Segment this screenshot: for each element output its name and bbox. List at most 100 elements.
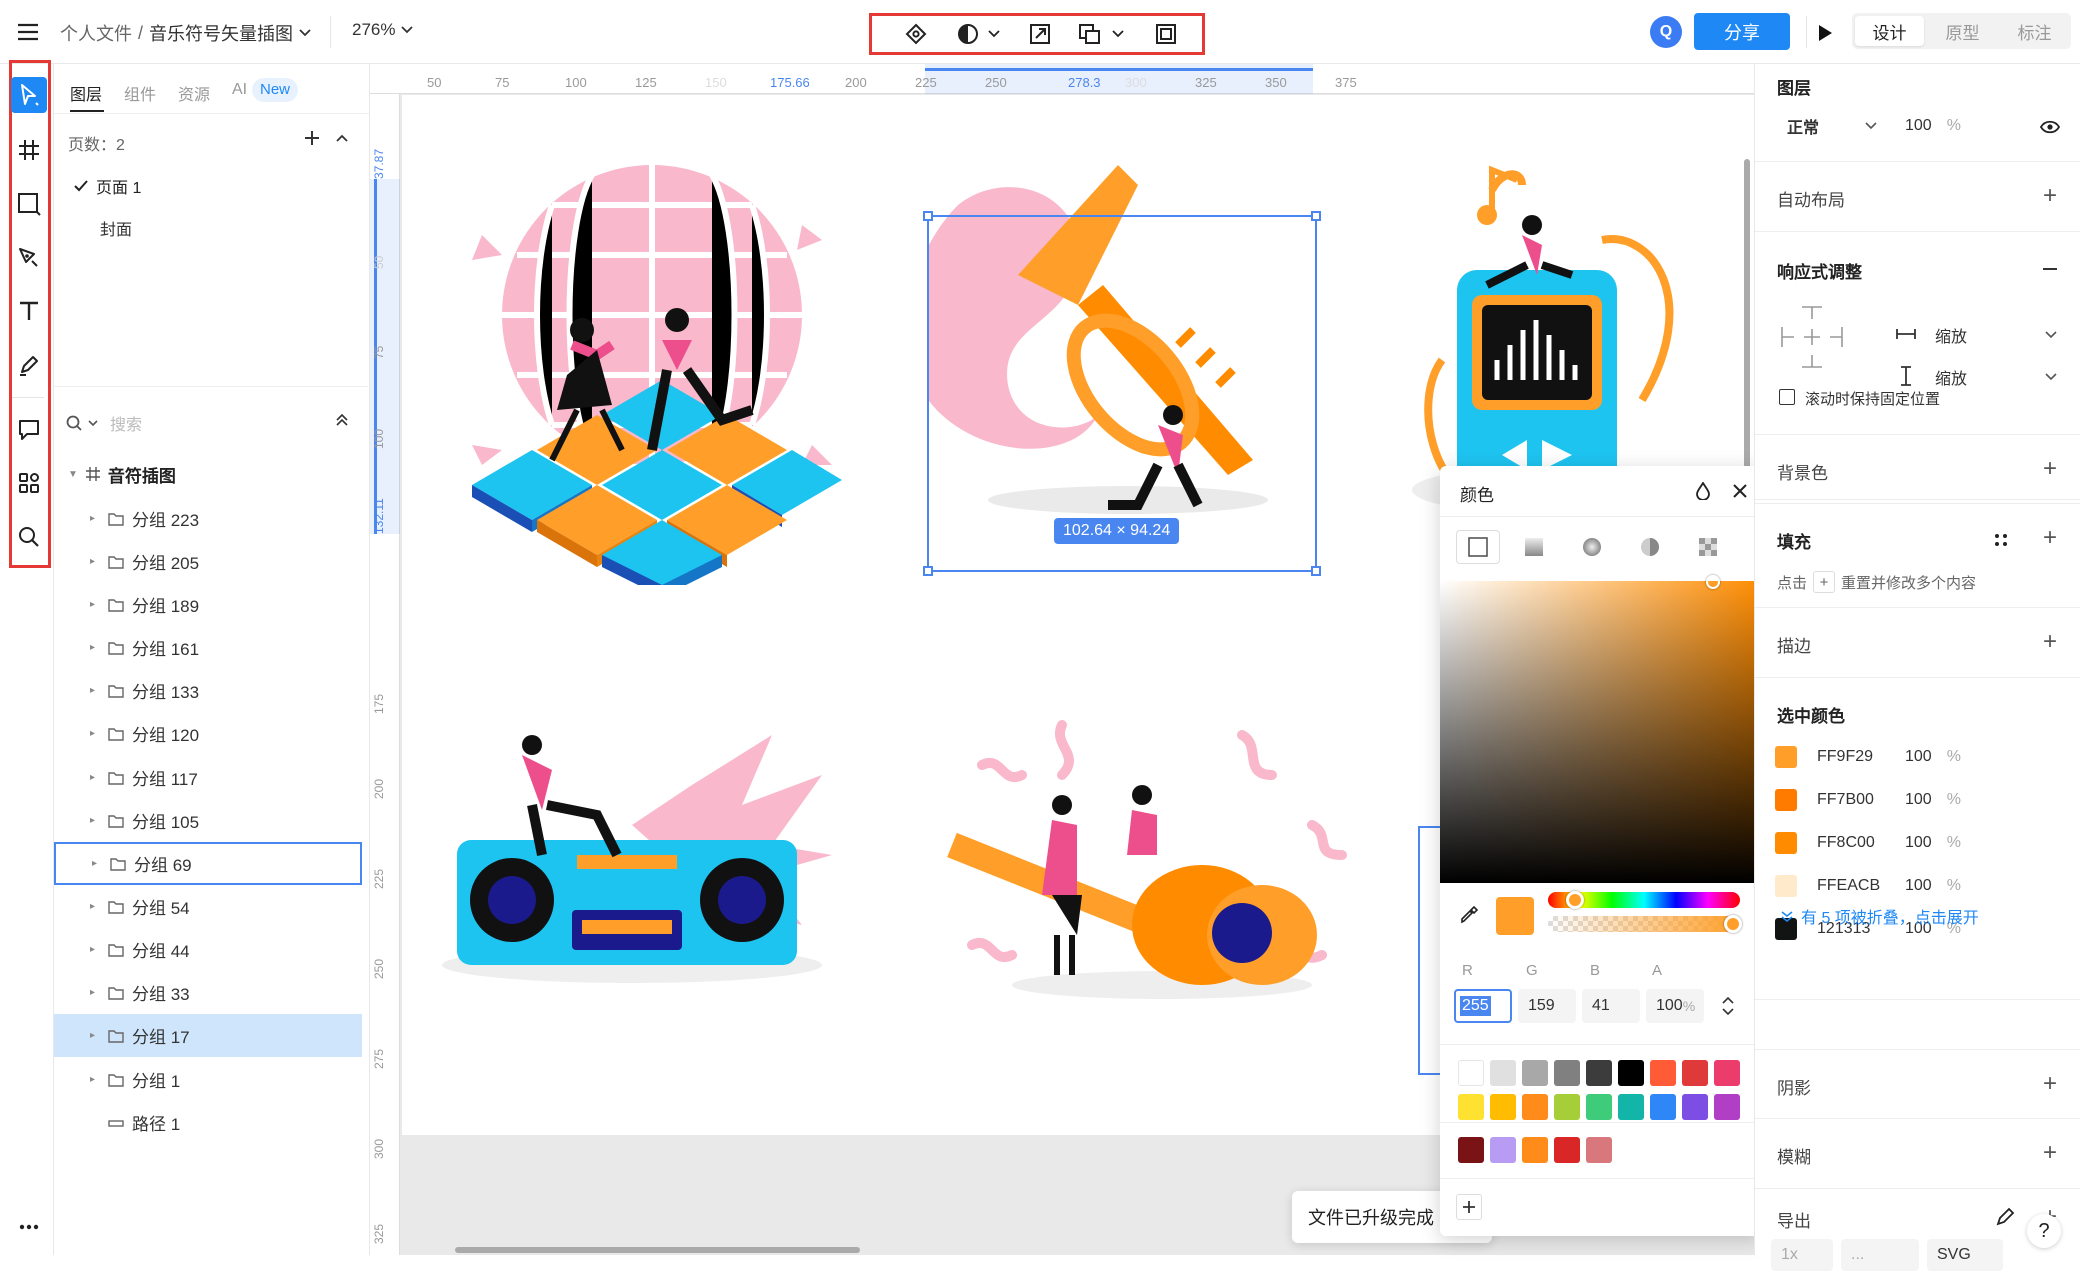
horizontal-scrollbar[interactable] (455, 1247, 860, 1253)
chevron-right-icon[interactable]: ▸ (90, 642, 104, 653)
palette-swatch[interactable] (1618, 1060, 1644, 1086)
reset-fill-icon[interactable]: + (1813, 571, 1836, 593)
chevron-right-icon[interactable]: ▸ (90, 987, 104, 998)
resize-handle[interactable] (923, 211, 933, 221)
saturation-field[interactable] (1440, 575, 1764, 883)
tab-ai[interactable]: AI (232, 81, 247, 99)
rectangle-tool-icon[interactable] (11, 186, 47, 222)
chevron-right-icon[interactable]: ▸ (90, 901, 104, 912)
b-input[interactable]: 41 (1582, 989, 1640, 1023)
frame-selection-icon[interactable] (1150, 18, 1182, 50)
palette-swatch[interactable] (1682, 1094, 1708, 1120)
palette-swatch[interactable] (1586, 1060, 1612, 1086)
color-mode-toggle-icon[interactable] (1716, 994, 1740, 1018)
layer-item[interactable]: ▸ 分组 205 (54, 540, 370, 583)
selected-color-swatch[interactable] (1775, 789, 1797, 811)
palette-swatch[interactable] (1714, 1094, 1740, 1120)
selected-color-opacity[interactable]: 100% (1895, 783, 1971, 817)
recent-color-swatch[interactable] (1490, 1137, 1516, 1163)
palette-swatch[interactable] (1618, 1094, 1644, 1120)
r-input[interactable]: 255 (1454, 989, 1512, 1023)
chevron-right-icon[interactable]: ▸ (90, 815, 104, 826)
layer-item[interactable]: 路径 1 (54, 1101, 370, 1144)
saturation-handle[interactable] (1706, 575, 1720, 589)
layer-search[interactable]: 搜索 (66, 411, 142, 435)
page-item-1[interactable]: 页面 1 (54, 168, 370, 204)
menu-icon[interactable] (14, 18, 42, 46)
palette-swatch[interactable] (1522, 1094, 1548, 1120)
pen-tool-icon[interactable] (11, 240, 47, 276)
eyedropper-icon[interactable] (1456, 902, 1482, 928)
selected-color-swatch[interactable] (1775, 746, 1797, 768)
add-fill-icon[interactable]: + (2043, 526, 2057, 550)
add-background-icon[interactable]: + (2043, 457, 2057, 481)
frame-layer[interactable]: ▼ 音符插图 (54, 454, 370, 494)
chevron-down-icon[interactable] (299, 29, 311, 37)
layer-item[interactable]: ▸ 分组 54 (54, 885, 370, 928)
add-shadow-icon[interactable]: + (2043, 1072, 2057, 1096)
zoom-control[interactable]: 276% (352, 20, 414, 40)
palette-swatch[interactable] (1682, 1060, 1708, 1086)
help-icon[interactable]: ? (2027, 1214, 2061, 1248)
resize-handle[interactable] (1311, 566, 1321, 576)
add-blur-icon[interactable]: + (2043, 1141, 2057, 1165)
layer-item[interactable]: ▸ 分组 161 (54, 626, 370, 669)
guitar-illustration[interactable] (942, 705, 1362, 1005)
collapse-section-icon[interactable] (2043, 268, 2057, 270)
tab-annotate[interactable]: 标注 (2000, 16, 2069, 46)
export-suffix-input[interactable]: ... (1841, 1239, 1919, 1271)
breadcrumb-root[interactable]: 个人文件 (60, 20, 132, 46)
vertical-constraint-select[interactable]: 缩放 (1925, 360, 2065, 394)
image-fill-icon[interactable] (1688, 532, 1728, 562)
resize-icon[interactable] (1024, 18, 1056, 50)
style-grid-icon[interactable] (1993, 532, 2009, 548)
selected-color-hex[interactable]: FF9F29 (1807, 740, 1887, 774)
resize-handle[interactable] (1311, 211, 1321, 221)
layer-item[interactable]: ▸ 分组 1 (54, 1058, 370, 1101)
layer-item[interactable]: ▸ 分组 133 (54, 669, 370, 712)
palette-swatch[interactable] (1490, 1060, 1516, 1086)
chevron-right-icon[interactable]: ▸ (90, 685, 104, 696)
radial-gradient-icon[interactable] (1572, 532, 1612, 562)
chevron-right-icon[interactable]: ▸ (90, 1030, 104, 1041)
palette-swatch[interactable] (1458, 1060, 1484, 1086)
file-name[interactable]: 音乐符号矢量插图 (149, 20, 293, 46)
tab-design[interactable]: 设计 (1855, 16, 1924, 46)
solid-fill-icon[interactable] (1456, 530, 1500, 564)
recent-color-swatch[interactable] (1554, 1137, 1580, 1163)
palette-swatch[interactable] (1554, 1094, 1580, 1120)
tab-components[interactable]: 组件 (124, 81, 156, 105)
resize-handle[interactable] (923, 566, 933, 576)
layer-item[interactable]: ▸ 分组 223 (54, 497, 370, 540)
move-tool-icon[interactable] (11, 77, 47, 113)
blend-mode-select[interactable]: 正常 (1777, 108, 1885, 144)
eye-icon[interactable] (2037, 114, 2063, 140)
page-item-cover[interactable]: 封面 (54, 210, 370, 246)
export-format-select[interactable]: SVG (1927, 1239, 2003, 1271)
add-swatch-icon[interactable] (1456, 1194, 1482, 1220)
add-auto-layout-icon[interactable]: + (2043, 184, 2057, 208)
avatar[interactable]: Q (1650, 16, 1682, 48)
disco-illustration[interactable] (462, 155, 842, 585)
selected-color-hex[interactable]: FF7B00 (1807, 783, 1887, 817)
export-edit-icon[interactable] (1995, 1207, 2015, 1227)
mask-icon[interactable] (950, 18, 1006, 50)
palette-swatch[interactable] (1650, 1094, 1676, 1120)
palette-swatch[interactable] (1490, 1094, 1516, 1120)
selected-color-opacity[interactable]: 100% (1895, 826, 1971, 860)
layer-item[interactable]: ▸ 分组 117 (54, 756, 370, 799)
add-stroke-icon[interactable]: + (2043, 630, 2057, 654)
layer-item[interactable]: ▸ 分组 69 (54, 842, 362, 885)
palette-swatch[interactable] (1458, 1094, 1484, 1120)
chevron-right-icon[interactable]: ▸ (90, 944, 104, 955)
boolean-union-icon[interactable] (1074, 18, 1130, 50)
tab-layers[interactable]: 图层 (70, 81, 102, 105)
constraints-diagram[interactable] (1777, 302, 1847, 372)
layer-opacity-input[interactable]: 100% (1895, 108, 1971, 144)
recent-color-swatch[interactable] (1522, 1137, 1548, 1163)
boombox-illustration[interactable] (432, 715, 862, 1005)
chevron-right-icon[interactable]: ▸ (90, 728, 104, 739)
hue-handle[interactable] (1566, 891, 1584, 909)
linear-gradient-icon[interactable] (1514, 532, 1554, 562)
plugins-icon[interactable] (11, 465, 47, 501)
